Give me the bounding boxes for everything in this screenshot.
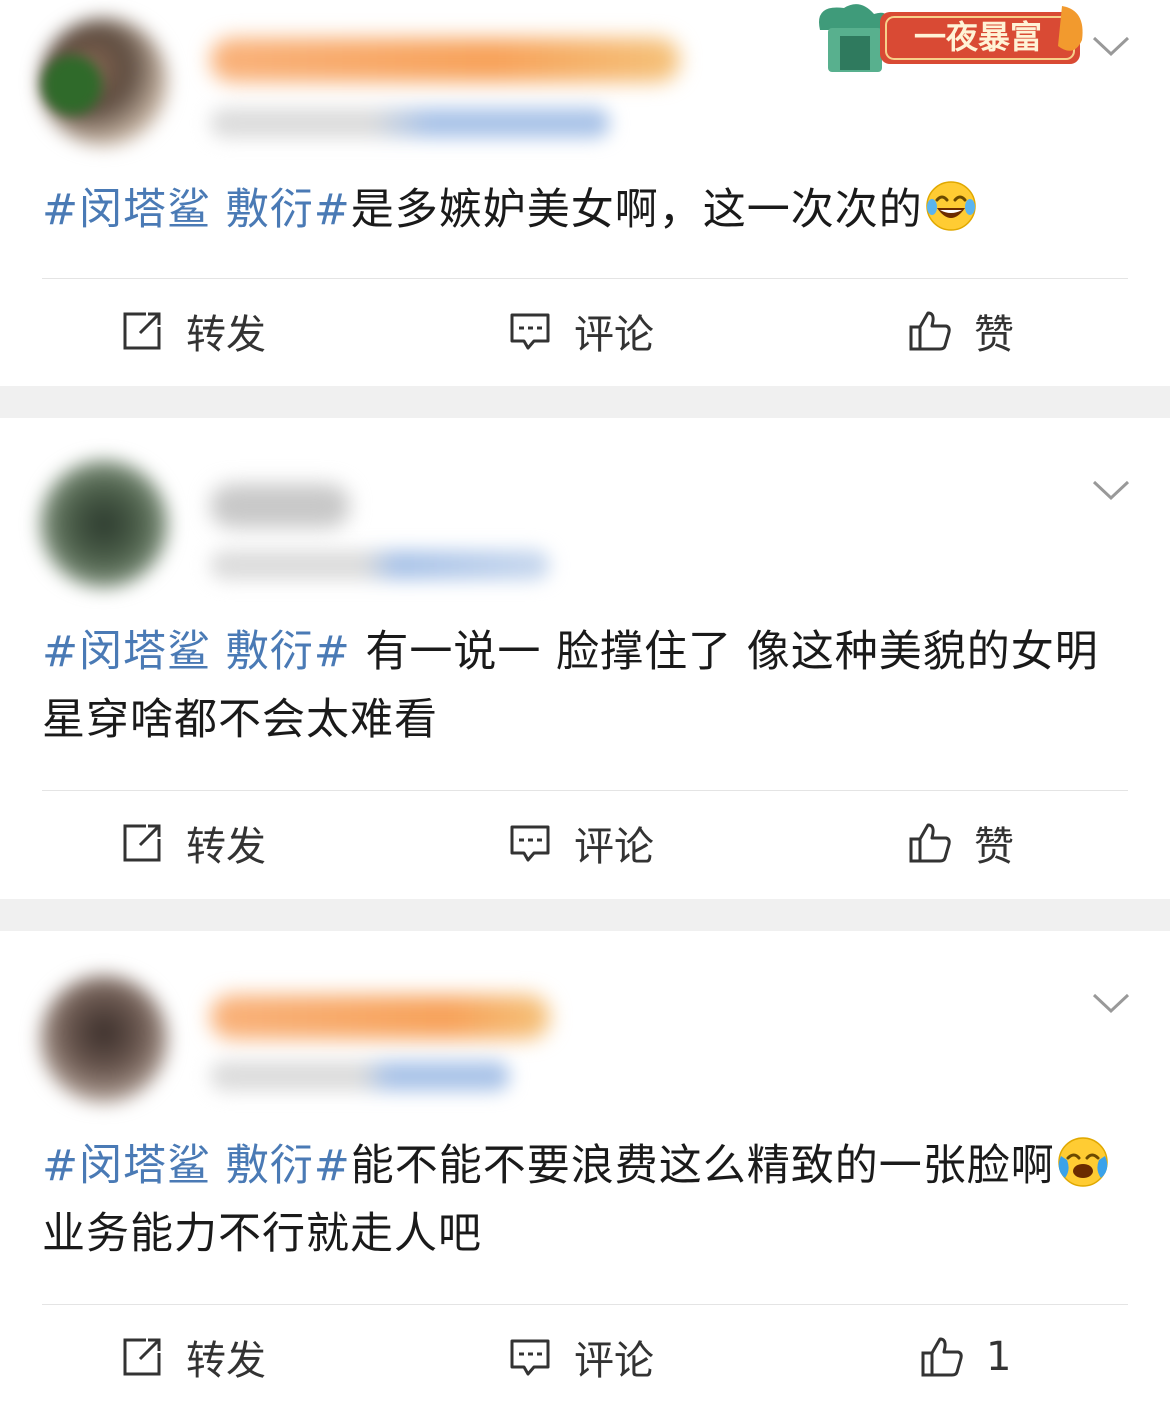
avatar[interactable] [40, 975, 168, 1103]
repost-label: 转发 [186, 1338, 266, 1384]
hashtag-link[interactable]: #闵塔鲨 敷衍# [42, 185, 351, 235]
hashtag-link[interactable]: #闵塔鲨 敷衍# [42, 1141, 351, 1191]
comment-icon [510, 1339, 550, 1376]
chevron-down-icon[interactable] [1092, 34, 1130, 58]
post-meta-blurred [210, 550, 550, 580]
repost-icon [123, 1338, 161, 1376]
username-blurred[interactable] [210, 995, 550, 1039]
comment-label: 评论 [574, 1338, 654, 1384]
comment-label: 评论 [574, 312, 654, 358]
repost-label: 转发 [186, 824, 266, 870]
post-separator [0, 386, 1170, 418]
chevron-down-icon[interactable] [1092, 478, 1130, 502]
comment-icon [510, 825, 550, 862]
like-button[interactable]: 1 [920, 1307, 1011, 1406]
avatar-accent-shape [42, 55, 102, 115]
post-card[interactable]: 一夜暴富 #闵塔鲨 敷衍#是多嫉妒美女啊，这一次次的 转发 评论 赞 [0, 0, 1170, 386]
divider [42, 790, 1128, 791]
like-label: 赞 [974, 312, 1014, 358]
action-bar: 转发 评论 赞 [0, 281, 1170, 381]
badge-label: 一夜暴富 [914, 18, 1042, 56]
avatar[interactable] [40, 460, 168, 588]
thumbs-up-icon [909, 823, 951, 863]
like-button[interactable]: 赞 [908, 281, 1014, 381]
post-text-segment: 是多嫉妒美女啊，这一次次的 [350, 185, 923, 235]
post-text-segment: 业务能力不行就走人吧 [42, 1209, 482, 1259]
repost-icon [123, 824, 161, 862]
yiye-baofu-badge: 一夜暴富 [819, 4, 1083, 72]
post-meta-blurred [210, 1061, 510, 1091]
username-blurred[interactable] [210, 484, 350, 528]
repost-icon [123, 312, 161, 350]
post-text-segment: 能不能不要浪费这么精致的一张脸啊 [350, 1141, 1055, 1191]
weibo-comment-feed: 一夜暴富 #闵塔鲨 敷衍#是多嫉妒美女啊，这一次次的 转发 评论 赞 #闵塔鲨 … [0, 0, 1170, 1406]
post-separator [0, 899, 1170, 931]
post-text: #闵塔鲨 敷衍#能不能不要浪费这么精致的一张脸啊 业务能力不行就走人吧 [42, 1132, 1128, 1268]
post-card[interactable]: #闵塔鲨 敷衍#能不能不要浪费这么精致的一张脸啊 业务能力不行就走人吧 转发 评… [0, 931, 1170, 1406]
repost-button[interactable]: 转发 [120, 281, 266, 381]
like-count: 1 [986, 1334, 1012, 1380]
post-meta-blurred [210, 108, 610, 138]
post-text: #闵塔鲨 敷衍#是多嫉妒美女啊，这一次次的 [42, 176, 1128, 244]
comment-button[interactable]: 评论 [508, 1307, 654, 1406]
crying-laughing-emoji-icon [1057, 1137, 1108, 1187]
thumbs-up-icon [909, 311, 951, 351]
post-card[interactable]: #闵塔鲨 敷衍# 有一说一 脸撑住了 像这种美貌的女明星穿啥都不会太难看 转发 … [0, 418, 1170, 899]
post-text: #闵塔鲨 敷衍# 有一说一 脸撑住了 像这种美貌的女明星穿啥都不会太难看 [42, 618, 1128, 754]
action-bar: 转发 评论 赞 [0, 793, 1170, 893]
repost-button[interactable]: 转发 [120, 1307, 266, 1406]
username-blurred[interactable] [210, 38, 680, 82]
action-bar: 转发 评论 1 [0, 1307, 1170, 1406]
repost-label: 转发 [186, 312, 266, 358]
divider [42, 1304, 1128, 1305]
chevron-down-icon[interactable] [1092, 991, 1130, 1015]
like-label: 赞 [974, 824, 1014, 870]
comment-label: 评论 [574, 824, 654, 870]
hashtag-link[interactable]: #闵塔鲨 敷衍# [42, 627, 351, 677]
comment-button[interactable]: 评论 [508, 281, 654, 381]
like-button[interactable]: 赞 [908, 793, 1014, 893]
divider [42, 278, 1128, 279]
comment-icon [510, 313, 550, 350]
laughing-tears-emoji-icon [925, 181, 976, 231]
thumbs-up-icon [921, 1337, 963, 1377]
repost-button[interactable]: 转发 [120, 793, 266, 893]
comment-button[interactable]: 评论 [508, 793, 654, 893]
